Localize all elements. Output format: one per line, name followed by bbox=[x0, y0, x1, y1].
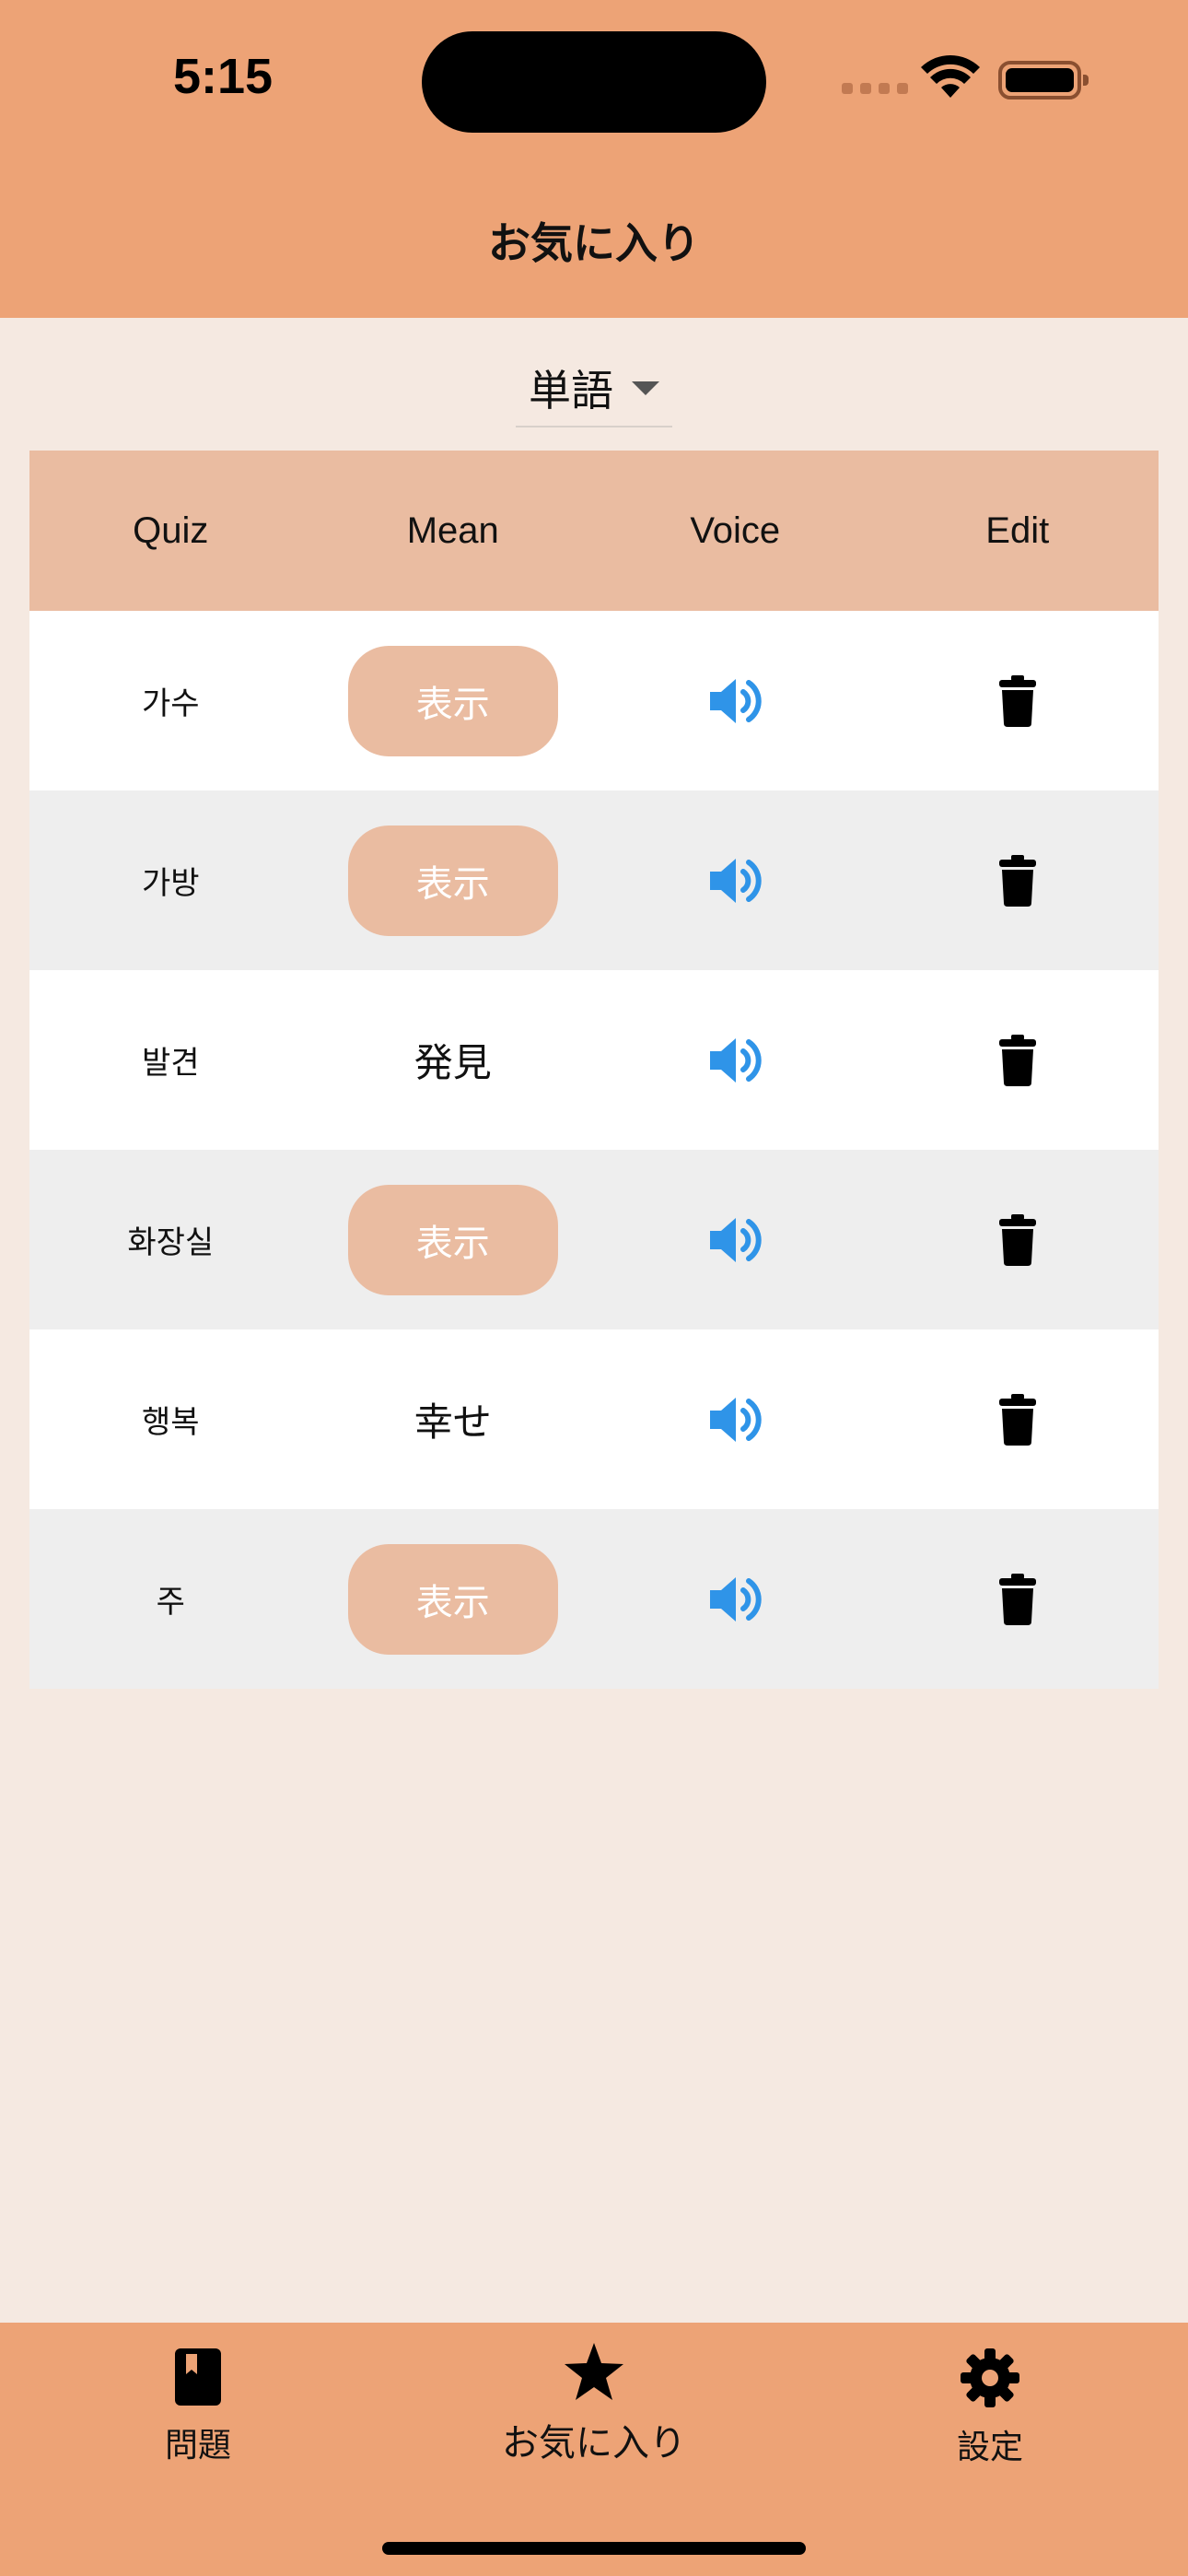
column-header-voice: Voice bbox=[690, 509, 781, 551]
show-meaning-button[interactable]: 表示 bbox=[347, 825, 558, 936]
nav-item-favorites[interactable]: お気に入り bbox=[479, 2343, 709, 2466]
gear-icon bbox=[961, 2348, 1019, 2407]
wifi-icon bbox=[921, 55, 980, 98]
speaker-icon[interactable] bbox=[708, 1574, 762, 1625]
column-header-edit: Edit bbox=[985, 509, 1050, 551]
quiz-word: 가방 bbox=[141, 865, 200, 902]
nav-item-settings[interactable]: 設定 bbox=[949, 2348, 1031, 2468]
favorites-table: Quiz Mean Voice Edit 가수 表示 가방 表示 발견 発見 화… bbox=[29, 451, 1159, 1689]
edit-cell bbox=[877, 674, 1159, 727]
book-icon bbox=[175, 2348, 221, 2406]
battery-icon bbox=[998, 61, 1089, 100]
mean-cell: 表示 bbox=[312, 825, 595, 936]
mean-cell: 表示 bbox=[312, 645, 595, 756]
category-dropdown[interactable]: 単語 bbox=[516, 350, 672, 427]
trash-icon[interactable] bbox=[998, 854, 1036, 907]
nav-label-favorites: お気に入り bbox=[502, 2422, 686, 2465]
edit-cell bbox=[877, 1034, 1159, 1086]
quiz-word: 주 bbox=[156, 1584, 185, 1621]
home-indicator bbox=[382, 2542, 806, 2555]
column-header-mean: Mean bbox=[406, 509, 499, 551]
voice-cell bbox=[594, 675, 877, 727]
nav-item-questions[interactable]: 問題 bbox=[157, 2348, 239, 2466]
table-row: 가방 表示 bbox=[29, 790, 1159, 970]
show-meaning-button[interactable]: 表示 bbox=[347, 645, 558, 756]
edit-cell bbox=[877, 1213, 1159, 1266]
mean-cell: 表示 bbox=[312, 1543, 595, 1655]
quiz-cell: 화장실 bbox=[29, 1217, 312, 1262]
quiz-cell: 행복 bbox=[29, 1397, 312, 1442]
table-header: Quiz Mean Voice Edit bbox=[29, 451, 1159, 611]
dynamic-island bbox=[422, 31, 766, 133]
table-row: 화장실 表示 bbox=[29, 1150, 1159, 1329]
star-icon bbox=[565, 2343, 623, 2400]
edit-cell bbox=[877, 1573, 1159, 1625]
voice-cell bbox=[594, 1574, 877, 1625]
mean-cell: 発見 bbox=[312, 1032, 595, 1088]
quiz-cell: 가수 bbox=[29, 678, 312, 723]
show-meaning-button[interactable]: 表示 bbox=[347, 1543, 558, 1655]
category-dropdown-value: 単語 bbox=[529, 366, 613, 416]
trash-icon[interactable] bbox=[998, 1034, 1036, 1086]
quiz-cell: 주 bbox=[29, 1576, 312, 1622]
speaker-icon[interactable] bbox=[708, 1394, 762, 1446]
voice-cell bbox=[594, 1214, 877, 1266]
meaning-text: 発見 bbox=[413, 1040, 492, 1085]
quiz-cell: 가방 bbox=[29, 858, 312, 903]
trash-icon[interactable] bbox=[998, 1393, 1036, 1446]
nav-label-settings: 設定 bbox=[956, 2429, 1023, 2466]
column-header-quiz: Quiz bbox=[133, 509, 209, 551]
mean-cell: 表示 bbox=[312, 1184, 595, 1295]
voice-cell bbox=[594, 1035, 877, 1086]
cellular-signal-icon bbox=[842, 83, 908, 94]
quiz-word: 화장실 bbox=[127, 1224, 215, 1261]
table-row: 주 表示 bbox=[29, 1509, 1159, 1689]
speaker-icon[interactable] bbox=[708, 675, 762, 727]
edit-cell bbox=[877, 854, 1159, 907]
page-title: お気に入り bbox=[488, 218, 700, 268]
voice-cell bbox=[594, 855, 877, 907]
app-header: 5:15 お気に入り bbox=[0, 0, 1188, 318]
quiz-word: 발견 bbox=[141, 1045, 200, 1082]
show-meaning-button[interactable]: 表示 bbox=[347, 1184, 558, 1295]
trash-icon[interactable] bbox=[998, 674, 1036, 727]
caret-down-icon bbox=[632, 381, 659, 395]
table-row: 가수 表示 bbox=[29, 611, 1159, 790]
status-time: 5:15 bbox=[173, 49, 274, 104]
edit-cell bbox=[877, 1393, 1159, 1446]
quiz-word: 가수 bbox=[141, 685, 200, 722]
quiz-word: 행복 bbox=[141, 1404, 200, 1441]
speaker-icon[interactable] bbox=[708, 1214, 762, 1266]
mean-cell: 幸せ bbox=[312, 1391, 595, 1447]
quiz-cell: 발견 bbox=[29, 1037, 312, 1083]
nav-label-questions: 問題 bbox=[164, 2427, 231, 2465]
table-row: 행복 幸せ bbox=[29, 1329, 1159, 1509]
trash-icon[interactable] bbox=[998, 1213, 1036, 1266]
speaker-icon[interactable] bbox=[708, 855, 762, 907]
trash-icon[interactable] bbox=[998, 1573, 1036, 1625]
meaning-text: 幸せ bbox=[413, 1399, 492, 1445]
speaker-icon[interactable] bbox=[708, 1035, 762, 1086]
voice-cell bbox=[594, 1394, 877, 1446]
table-row: 발견 発見 bbox=[29, 970, 1159, 1150]
bottom-navigation: 問題 お気に入り 設定 bbox=[0, 2323, 1188, 2576]
